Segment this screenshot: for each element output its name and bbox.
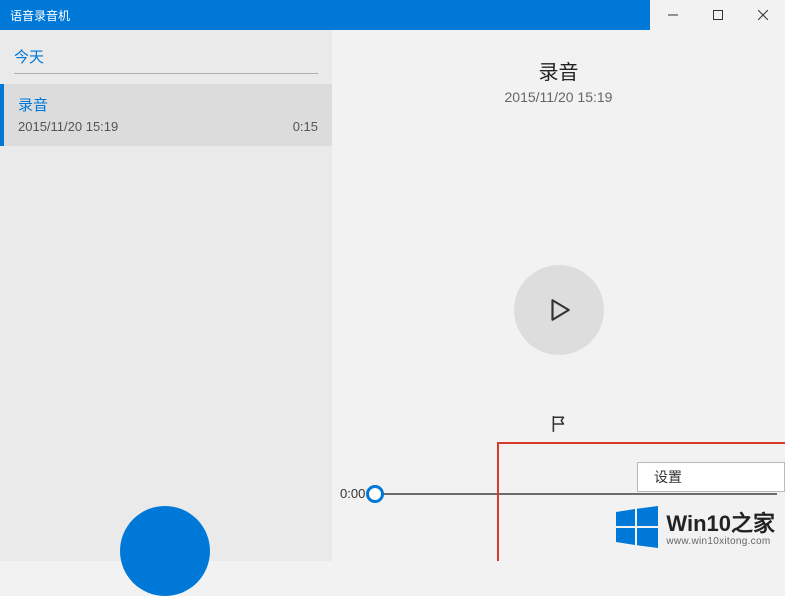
play-button[interactable] xyxy=(514,265,604,355)
recording-datetime: 2015/11/20 15:19 xyxy=(505,89,613,105)
recording-title: 录音 xyxy=(505,56,613,85)
close-button[interactable] xyxy=(740,0,785,30)
watermark-brand: Win10 xyxy=(666,511,731,536)
recordings-sidebar: 今天 录音 2015/11/20 15:19 0:15 xyxy=(0,30,332,561)
recording-item-duration: 0:15 xyxy=(293,119,318,134)
recording-item-title: 录音 xyxy=(18,94,318,115)
timeline-thumb[interactable] xyxy=(366,485,384,503)
window-controls xyxy=(650,0,785,30)
windows-logo-icon xyxy=(614,504,660,555)
app-title: 语音录音机 xyxy=(0,7,650,24)
watermark-url: www.win10xitong.com xyxy=(666,536,775,547)
recording-list-item[interactable]: 录音 2015/11/20 15:19 0:15 xyxy=(0,84,332,146)
settings-menu-item[interactable]: 设置 xyxy=(637,462,785,492)
section-header-today: 今天 xyxy=(14,30,318,74)
settings-label: 设置 xyxy=(654,467,682,487)
watermark-suffix: 之家 xyxy=(731,511,775,536)
current-time-label: 0:00 xyxy=(340,486,365,501)
minimize-button[interactable] xyxy=(650,0,695,30)
titlebar: 语音录音机 xyxy=(0,0,785,30)
watermark: Win10之家 www.win10xitong.com xyxy=(614,504,775,555)
maximize-button[interactable] xyxy=(695,0,740,30)
play-icon xyxy=(546,297,572,323)
marker-flag-icon[interactable] xyxy=(550,415,568,438)
timeline-track[interactable] xyxy=(375,493,777,495)
record-button[interactable] xyxy=(120,506,210,596)
recording-item-datetime: 2015/11/20 15:19 xyxy=(18,119,118,134)
